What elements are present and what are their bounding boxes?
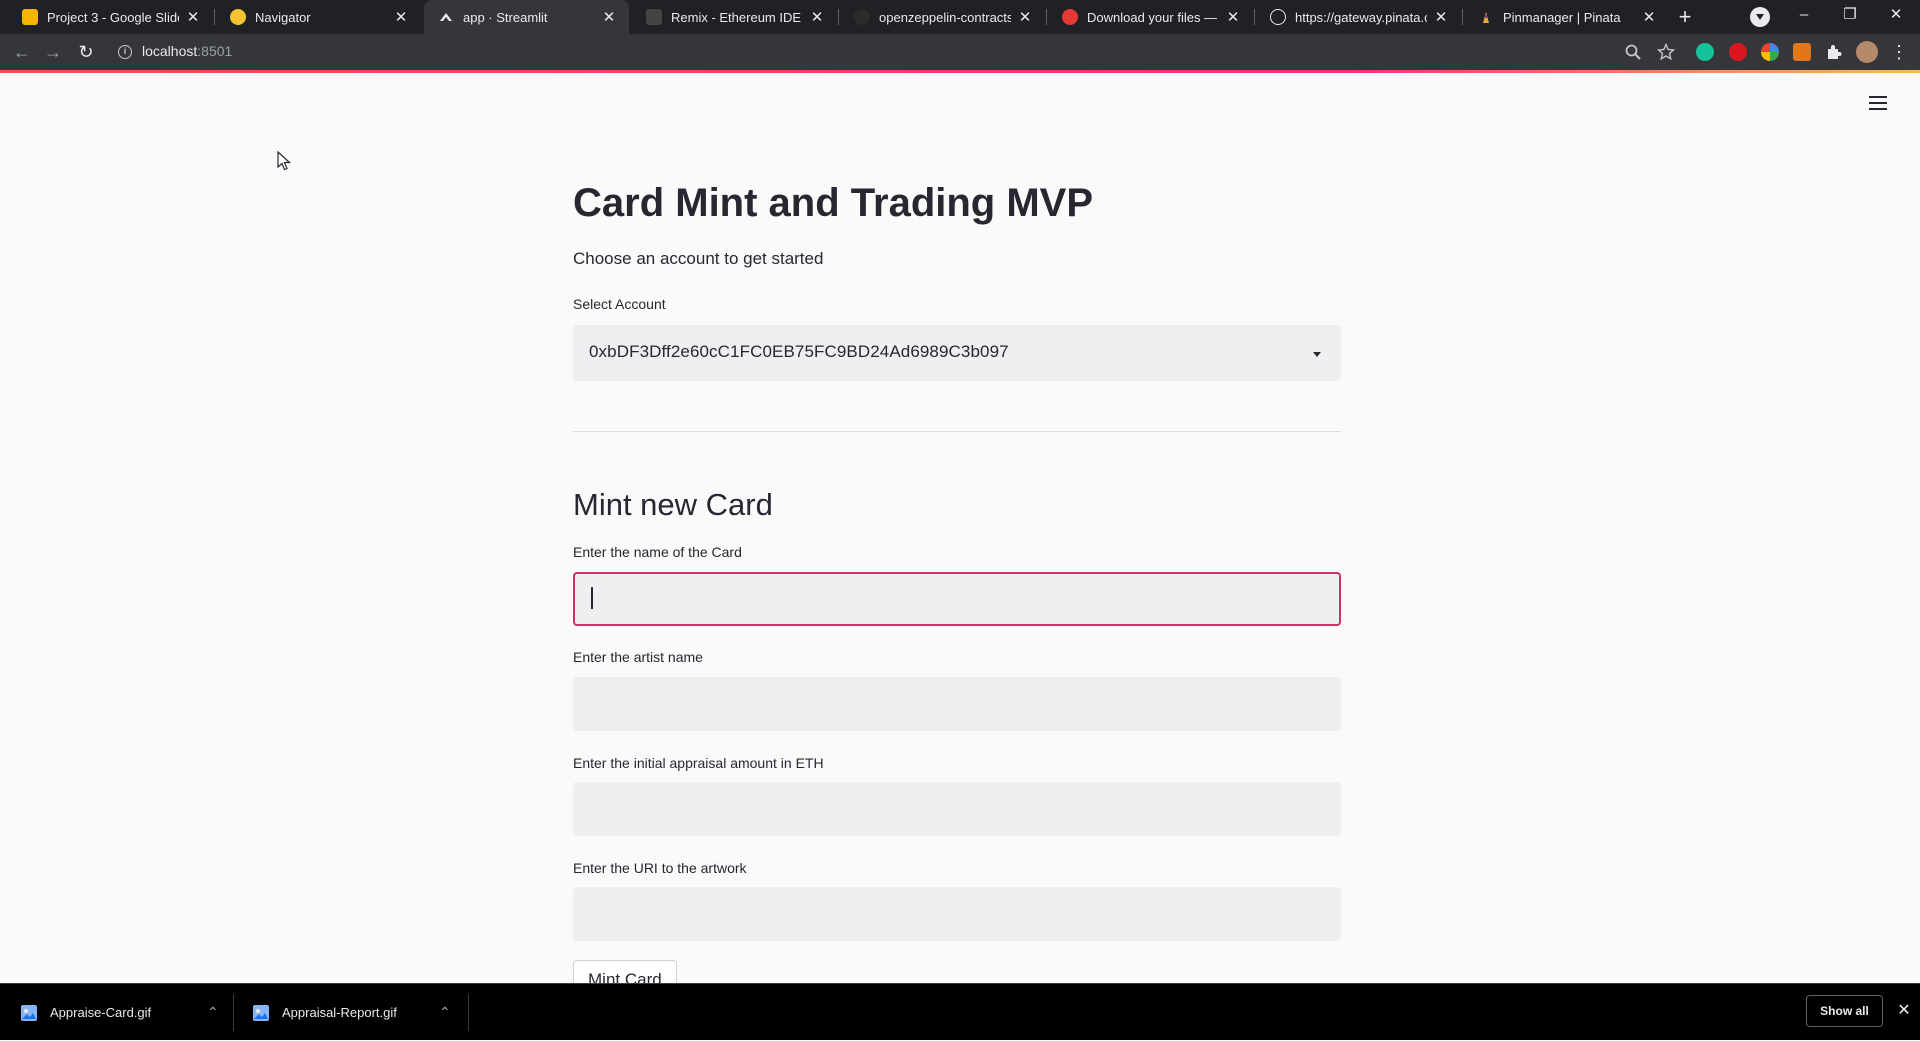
forward-arrow-icon[interactable]: → <box>39 38 67 66</box>
tab-separator <box>214 9 215 25</box>
zoom-icon[interactable] <box>1624 43 1642 61</box>
color-extension-icon[interactable] <box>1761 43 1779 61</box>
navigator-icon <box>230 9 246 25</box>
hamburger-menu-icon[interactable] <box>1869 95 1891 111</box>
pinata-icon <box>1478 9 1494 25</box>
streamlit-page: Card Mint and Trading MVP Choose an acco… <box>0 73 1920 983</box>
close-icon[interactable]: ✕ <box>1433 8 1449 26</box>
gif-file-icon <box>20 1003 38 1023</box>
chevron-down-icon <box>1313 352 1321 357</box>
selected-account-value: 0xbDF3Dff2e60cC1FC0EB75FC9BD24Ad6989C3b0… <box>589 342 1009 361</box>
tab-streamlit-active[interactable]: app · Streamlit ✕ <box>424 0 629 34</box>
tab-separator <box>838 9 839 25</box>
chevron-up-icon[interactable]: ⌃ <box>207 1004 219 1021</box>
restore-button[interactable]: ❐ <box>1828 0 1872 30</box>
browser-tab-bar: Project 3 - Google Slides ✕ Navigator ✕ … <box>0 0 1920 34</box>
close-icon[interactable]: ✕ <box>1225 8 1241 26</box>
download-separator <box>233 994 234 1031</box>
chevron-up-icon[interactable]: ⌃ <box>439 1004 451 1021</box>
text-caret <box>591 587 593 609</box>
tab-openzeppelin[interactable]: openzeppelin-contracts/E ✕ <box>840 0 1045 34</box>
minimize-button[interactable]: – <box>1782 0 1826 30</box>
close-icon[interactable]: ✕ <box>393 8 409 26</box>
adblock-extension-icon[interactable] <box>1729 43 1747 61</box>
info-icon[interactable]: i <box>118 45 132 59</box>
profile-avatar[interactable] <box>1856 41 1878 63</box>
tab-search-icon[interactable] <box>1750 7 1770 27</box>
tab-pinata-gateway[interactable]: https://gateway.pinata.clo ✕ <box>1256 0 1461 34</box>
show-all-downloads-button[interactable]: Show all <box>1806 995 1883 1027</box>
google-slides-icon <box>22 9 38 25</box>
metamask-extension-icon[interactable] <box>1793 43 1811 61</box>
tab-separator <box>1254 9 1255 25</box>
back-arrow-icon[interactable]: ← <box>8 38 36 66</box>
tab-google-slides[interactable]: Project 3 - Google Slides ✕ <box>8 0 213 34</box>
artist-name-label: Enter the artist name <box>573 649 703 665</box>
browser-toolbar: ← → ↻ i localhost:8501 ⋮ <box>0 34 1920 70</box>
new-tab-button[interactable]: + <box>1671 3 1699 31</box>
puzzle-extensions-icon[interactable] <box>1825 43 1843 61</box>
streamlit-icon <box>438 9 454 25</box>
tab-title: openzeppelin-contracts/E <box>879 9 1011 25</box>
page-title: Card Mint and Trading MVP <box>573 181 1094 225</box>
reload-icon[interactable]: ↻ <box>72 38 100 66</box>
close-icon[interactable]: ✕ <box>1894 1000 1914 1022</box>
globe-icon <box>1270 9 1286 25</box>
gif-file-icon <box>252 1003 270 1023</box>
bookmark-star-icon[interactable] <box>1656 42 1676 61</box>
close-icon[interactable]: ✕ <box>1017 8 1033 26</box>
tab-navigator[interactable]: Navigator ✕ <box>216 0 421 34</box>
url-port: :8501 <box>197 43 233 59</box>
tab-title: app · Streamlit <box>463 9 548 25</box>
artwork-uri-label: Enter the URI to the artwork <box>573 860 747 876</box>
download-shelf: Appraise-Card.gif ⌃ Appraisal-Report.gif… <box>0 983 1920 1040</box>
close-icon[interactable]: ✕ <box>185 8 201 26</box>
address-bar[interactable]: localhost:8501 <box>142 43 232 59</box>
select-account-label: Select Account <box>573 296 666 312</box>
card-name-label: Enter the name of the Card <box>573 544 742 560</box>
github-icon <box>854 9 870 25</box>
tab-title: https://gateway.pinata.clo <box>1295 9 1427 25</box>
close-icon[interactable]: ✕ <box>809 8 825 26</box>
window-close-button[interactable]: ✕ <box>1874 0 1918 30</box>
artwork-uri-input[interactable] <box>573 887 1341 941</box>
tab-title: Navigator <box>255 9 311 25</box>
tab-title: Download your files — Co <box>1087 9 1219 25</box>
section-title: Mint new Card <box>573 487 773 522</box>
download-item[interactable]: Appraise-Card.gif ⌃ <box>20 984 220 1041</box>
tab-remix[interactable]: Remix - Ethereum IDE ✕ <box>632 0 837 34</box>
download-file-name: Appraise-Card.gif <box>50 1005 152 1020</box>
tab-separator <box>1462 9 1463 25</box>
tab-title: Project 3 - Google Slides <box>47 9 179 25</box>
url-host: localhost <box>142 43 198 59</box>
account-select[interactable]: 0xbDF3Dff2e60cC1FC0EB75FC9BD24Ad6989C3b0… <box>573 325 1341 381</box>
divider <box>573 431 1341 432</box>
artist-name-input[interactable] <box>573 677 1341 731</box>
page-subtitle: Choose an account to get started <box>573 249 824 268</box>
mouse-pointer-icon <box>277 150 292 176</box>
tab-separator <box>1046 9 1047 25</box>
tab-download-files[interactable]: Download your files — Co ✕ <box>1048 0 1253 34</box>
download-file-name: Appraisal-Report.gif <box>282 1005 397 1020</box>
card-name-input[interactable] <box>573 572 1341 626</box>
download-separator <box>468 994 469 1031</box>
download-icon <box>1062 9 1078 25</box>
download-item[interactable]: Appraisal-Report.gif ⌃ <box>252 984 452 1041</box>
browser-menu-icon[interactable]: ⋮ <box>1885 38 1913 66</box>
tab-title: Remix - Ethereum IDE <box>671 9 802 25</box>
close-icon[interactable]: ✕ <box>601 8 617 26</box>
grammarly-extension-icon[interactable] <box>1696 43 1714 61</box>
tab-pinmanager[interactable]: Pinmanager | Pinata ✕ <box>1464 0 1669 34</box>
mint-card-button[interactable]: Mint Card <box>573 960 677 983</box>
close-icon[interactable]: ✕ <box>1641 8 1657 26</box>
tab-title: Pinmanager | Pinata <box>1503 9 1621 25</box>
appraisal-amount-input[interactable] <box>573 782 1341 836</box>
appraisal-amount-label: Enter the initial appraisal amount in ET… <box>573 755 824 771</box>
remix-icon <box>646 9 662 25</box>
